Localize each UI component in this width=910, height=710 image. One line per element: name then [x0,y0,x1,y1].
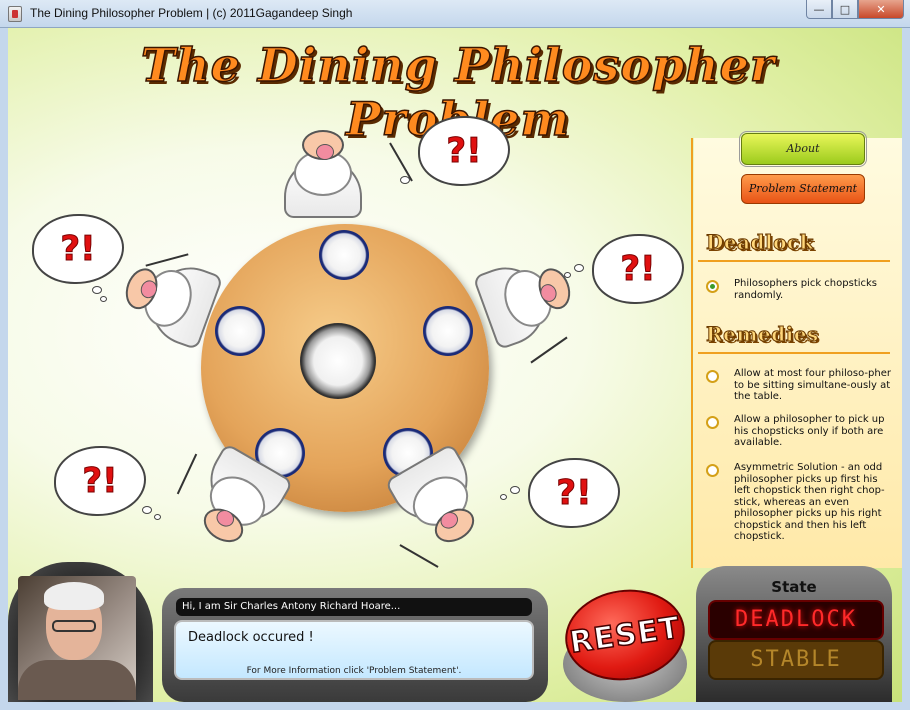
speech-bubble-icon: ?! [592,234,684,304]
state-label: State [771,578,817,596]
maximize-icon: □ [839,2,851,16]
bubble-dot [564,272,571,278]
close-button[interactable]: ✕ [858,0,904,19]
option-label: Philosophers pick chopsticks randomly. [734,278,878,301]
java-app-icon[interactable] [8,6,22,22]
glasses-icon [52,620,96,632]
radio-icon[interactable] [706,464,719,477]
philosopher-right [469,241,589,355]
speech-bubble-icon: ?! [54,446,146,516]
plate-left [215,306,265,356]
remedy-option-both-available[interactable]: Allow a philosopher to pick up his chops… [706,414,892,454]
radio-icon[interactable] [706,370,719,383]
frame-right [902,28,910,710]
bubble-dot [510,486,520,494]
maximize-button[interactable]: □ [832,0,858,19]
speech-bubble-icon: ?! [418,116,510,186]
philosopher-top [280,124,366,220]
hoare-portrait [18,576,136,700]
frame-left [0,28,8,710]
about-button[interactable]: About [739,131,867,167]
bottom-bar: Hi, I am Sir Charles Antony Richard Hoar… [8,562,902,702]
plate-right [423,306,473,356]
bubble-dot [92,286,102,294]
app-canvas: The Dining Philosopher Problem About Pro… [8,28,902,702]
message-header: Hi, I am Sir Charles Antony Richard Hoar… [176,598,532,616]
minimize-button[interactable]: — [806,0,832,19]
message-main: Deadlock occured ! [188,630,314,645]
sidebar-divider [691,138,693,568]
close-icon: ✕ [876,2,886,16]
radio-icon[interactable] [706,416,719,429]
speech-bubble-icon: ?! [528,458,620,528]
deadlock-heading: Deadlock [706,230,814,255]
deadlock-heading-underline [698,260,890,262]
bubble-dot [400,176,410,184]
option-label: Allow at most four philoso-pher to be si… [734,368,891,402]
window-title: The Dining Philosopher Problem | (c) 201… [30,6,353,20]
option-label: Asymmetric Solution - an odd philosopher… [734,462,885,542]
remedy-option-four-seats[interactable]: Allow at most four philoso-pher to be si… [706,368,892,408]
chopstick-icon [389,142,413,182]
bubble-dot [142,506,152,514]
remedy-option-asymmetric[interactable]: Asymmetric Solution - an odd philosopher… [706,462,892,552]
frame-bottom [0,702,910,710]
radio-icon[interactable] [706,280,719,293]
state-deadlock-indicator: DEADLOCK [708,600,884,640]
state-panel: State DEADLOCK STABLE [696,566,892,702]
bubble-dot [100,296,107,302]
bubble-dot [500,494,507,500]
deadlock-option-random[interactable]: Philosophers pick chopsticks randomly. [706,278,892,308]
bubble-dot [574,264,584,272]
remedies-heading: Remedies [706,322,819,347]
speech-bubble-icon: ?! [32,214,124,284]
option-label: Allow a philosopher to pick up his chops… [734,414,885,448]
bubble-dot [154,514,161,520]
plate-top [319,230,369,280]
state-stable-indicator: STABLE [708,640,884,680]
portrait-frame [8,562,153,702]
rice-bowl [300,323,376,399]
problem-statement-button[interactable]: Problem Statement [741,174,865,204]
minimize-icon: — [813,2,825,16]
title-bar: The Dining Philosopher Problem | (c) 201… [0,0,910,28]
remedies-heading-underline [698,352,890,354]
message-note: For More Information click 'Problem Stat… [246,666,462,676]
message-panel: Deadlock occured ! For More Information … [174,620,534,680]
window-controls: — □ ✕ [806,0,904,20]
